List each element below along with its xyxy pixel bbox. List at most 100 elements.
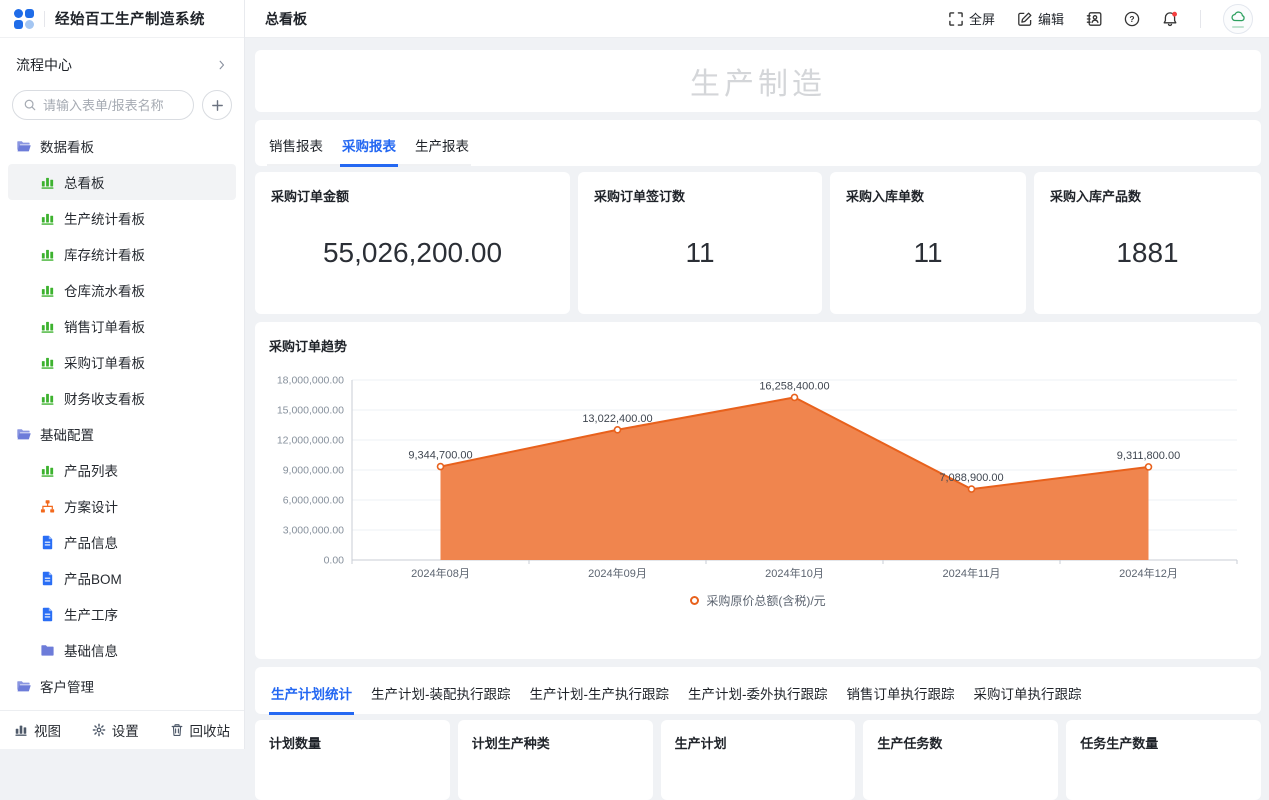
user-avatar[interactable] — [1223, 4, 1253, 34]
sidebar-item-产品BOM[interactable]: 产品BOM — [8, 560, 236, 596]
svg-text:9,311,800.00: 9,311,800.00 — [1117, 450, 1180, 462]
tab-采购订单执行跟踪[interactable]: 采购订单执行跟踪 — [972, 671, 1084, 715]
tab-生产计划统计[interactable]: 生产计划统计 — [269, 671, 354, 715]
edit-icon — [1017, 11, 1033, 27]
cloud-logo-icon — [1230, 9, 1246, 25]
svg-text:9,344,700.00: 9,344,700.00 — [408, 450, 472, 462]
bell-icon — [1162, 11, 1178, 27]
sidebar-item-财务收支看板[interactable]: 财务收支看板 — [8, 380, 236, 416]
sidebar-item-销售订单看板[interactable]: 销售订单看板 — [8, 308, 236, 344]
sidebar-item-label: 库存统计看板 — [64, 244, 145, 264]
sidebar-item-总看板[interactable]: 总看板 — [8, 164, 236, 200]
chart-icon — [40, 247, 55, 262]
sidebar-item-采购订单看板[interactable]: 采购订单看板 — [8, 344, 236, 380]
search-box[interactable] — [12, 90, 194, 120]
folder-open-icon — [16, 427, 31, 442]
tab-生产报表[interactable]: 生产报表 — [413, 123, 471, 167]
tab-销售订单执行跟踪[interactable]: 销售订单执行跟踪 — [845, 671, 957, 715]
add-button[interactable] — [202, 90, 232, 120]
tree-icon — [40, 499, 55, 514]
kpi-card-采购入库单数: 采购入库单数 11 — [830, 172, 1026, 314]
dashboard-content: 生产制造 销售报表采购报表生产报表 采购订单金额 55,026,200.00采购… — [245, 38, 1269, 749]
bottom-kpi-card-计划数量: 计划数量 — [255, 720, 450, 800]
doc-icon — [40, 571, 55, 586]
sidebar-item-数据看板[interactable]: 数据看板 — [8, 128, 236, 164]
kpi-value: 11 — [685, 237, 714, 269]
svg-text:3,000,000.00: 3,000,000.00 — [283, 525, 344, 537]
svg-text:6,000,000.00: 6,000,000.00 — [283, 495, 344, 507]
tab-销售报表[interactable]: 销售报表 — [267, 123, 325, 167]
footer-视图-button[interactable]: 视图 — [14, 720, 61, 740]
chart-legend[interactable]: 采购原价总额(含税)/元 — [255, 592, 1261, 609]
bottom-kpi-label: 计划数量 — [269, 733, 436, 752]
sidebar-item-label: 生产统计看板 — [64, 208, 145, 228]
sidebar-item-仓库流水看板[interactable]: 仓库流水看板 — [8, 272, 236, 308]
sidebar-item-客户管理[interactable]: 客户管理 — [8, 668, 236, 704]
footer-label: 设置 — [112, 720, 139, 740]
sidebar-item-基础信息[interactable]: 基础信息 — [8, 632, 236, 668]
report-tabs-card: 销售报表采购报表生产报表 — [255, 120, 1261, 166]
svg-text:?: ? — [1129, 14, 1134, 24]
notification-button[interactable] — [1162, 11, 1178, 27]
sidebar-item-方案设计[interactable]: 方案设计 — [8, 488, 236, 524]
sidebar-item-生产工序[interactable]: 生产工序 — [8, 596, 236, 632]
sidebar: 经始百工生产制造系统 流程中心 数据看板总看板生产统计看板库存统计看板仓库流水看… — [0, 0, 245, 749]
sidebar-item-label: 方案设计 — [64, 496, 118, 516]
sidebar-item-label: 客户管理 — [40, 676, 94, 696]
book-icon — [1086, 11, 1102, 27]
chart-icon — [40, 211, 55, 226]
help-button[interactable]: ? — [1124, 11, 1140, 27]
process-center-label: 流程中心 — [16, 55, 72, 75]
bottom-kpi-row: 计划数量计划生产种类生产计划生产任务数任务生产数量 — [255, 720, 1261, 800]
svg-text:2024年09月: 2024年09月 — [588, 566, 647, 580]
logo-row: 经始百工生产制造系统 — [0, 0, 244, 38]
kpi-card-采购订单签订数: 采购订单签订数 11 — [578, 172, 822, 314]
footer-设置-button[interactable]: 设置 — [92, 720, 139, 740]
svg-text:2024年10月: 2024年10月 — [765, 566, 824, 580]
sidebar-item-label: 产品列表 — [64, 460, 118, 480]
svg-text:2024年11月: 2024年11月 — [943, 566, 1001, 580]
action-label: 编辑 — [1038, 9, 1064, 28]
divider — [1200, 10, 1201, 28]
edit-button[interactable]: 编辑 — [1017, 9, 1064, 28]
sidebar-item-label: 基础信息 — [64, 640, 118, 660]
chart-icon — [40, 391, 55, 406]
sidebar-item-库存统计看板[interactable]: 库存统计看板 — [8, 236, 236, 272]
sidebar-item-label: 基础配置 — [40, 424, 94, 444]
svg-text:7,088,900.00: 7,088,900.00 — [939, 472, 1003, 484]
fullscreen-button[interactable]: 全屏 — [948, 9, 995, 28]
chart-icon — [40, 463, 55, 478]
sidebar-item-产品列表[interactable]: 产品列表 — [8, 452, 236, 488]
footer-label: 回收站 — [190, 720, 231, 740]
kpi-label: 采购入库产品数 — [1050, 186, 1245, 205]
tab-生产计划-装配执行跟踪[interactable]: 生产计划-装配执行跟踪 — [369, 671, 513, 715]
bottom-kpi-label: 生产任务数 — [877, 733, 1044, 752]
topbar-actions: 全屏 编辑? — [948, 4, 1253, 34]
sidebar-item-label: 仓库流水看板 — [64, 280, 145, 300]
footer-回收站-button[interactable]: 回收站 — [170, 720, 231, 740]
svg-text:9,000,000.00: 9,000,000.00 — [283, 465, 344, 477]
sidebar-menu: 数据看板总看板生产统计看板库存统计看板仓库流水看板销售订单看板采购订单看板财务收… — [0, 126, 244, 710]
sidebar-item-label: 产品信息 — [64, 532, 118, 552]
sidebar-item-生产统计看板[interactable]: 生产统计看板 — [8, 200, 236, 236]
svg-text:0.00: 0.00 — [324, 555, 345, 567]
tab-采购报表[interactable]: 采购报表 — [340, 123, 398, 167]
sidebar-item-产品信息[interactable]: 产品信息 — [8, 524, 236, 560]
chevron-right-icon — [216, 59, 228, 71]
sidebar-item-label: 采购订单看板 — [64, 352, 145, 372]
fullscreen-icon — [948, 11, 964, 27]
tab-生产计划-委外执行跟踪[interactable]: 生产计划-委外执行跟踪 — [686, 671, 830, 715]
kpi-label: 采购订单金额 — [271, 186, 554, 205]
tab-生产计划-生产执行跟踪[interactable]: 生产计划-生产执行跟踪 — [528, 671, 672, 715]
address-book-button[interactable] — [1086, 11, 1102, 27]
sidebar-item-label: 销售订单看板 — [64, 316, 145, 336]
search-input[interactable] — [43, 98, 183, 113]
legend-label: 采购原价总额(含税)/元 — [706, 592, 825, 609]
sidebar-item-基础配置[interactable]: 基础配置 — [8, 416, 236, 452]
process-center-item[interactable]: 流程中心 — [0, 46, 244, 84]
chart-icon — [14, 723, 28, 737]
kpi-card-采购订单金额: 采购订单金额 55,026,200.00 — [255, 172, 570, 314]
report-tabs: 销售报表采购报表生产报表 — [267, 123, 471, 167]
chart-icon — [40, 355, 55, 370]
svg-text:12,000,000.00: 12,000,000.00 — [277, 435, 344, 447]
